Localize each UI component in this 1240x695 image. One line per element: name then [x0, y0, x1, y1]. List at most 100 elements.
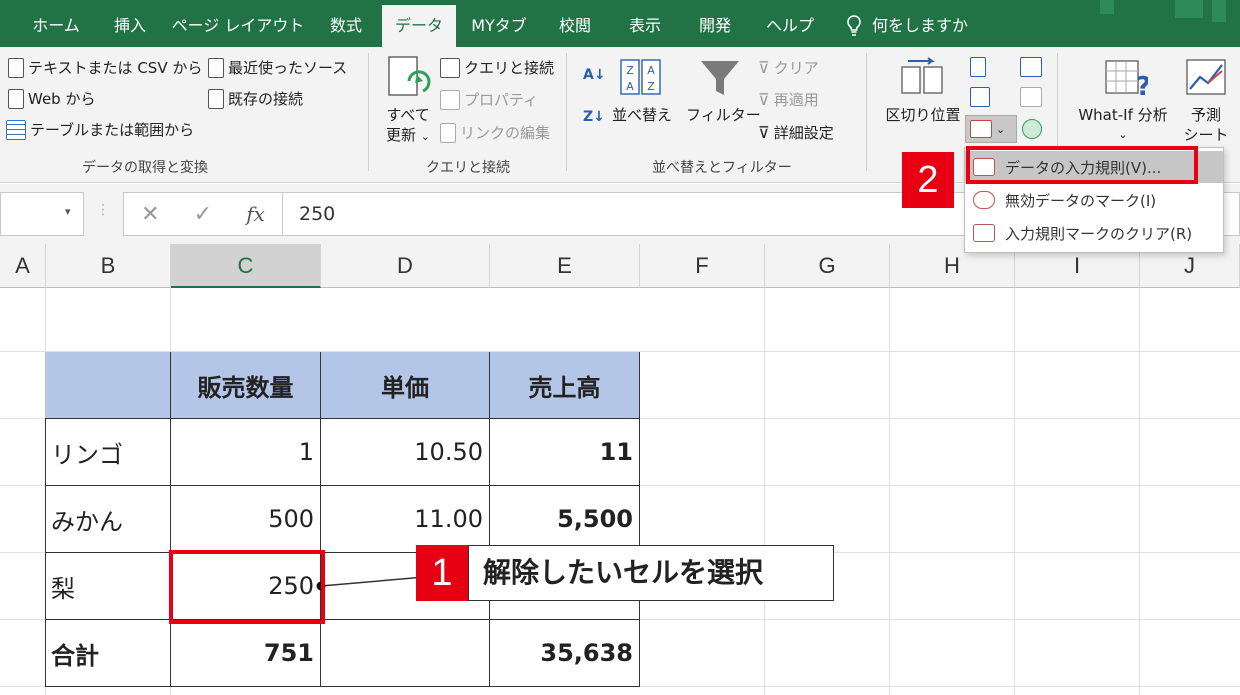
table-cell-total-sales[interactable]: 35,638	[490, 620, 640, 687]
data-validation-split-button[interactable]: ⌄	[965, 115, 1017, 143]
flash-fill-icon	[970, 57, 986, 77]
table-cell-price[interactable]: 10.50	[321, 419, 490, 486]
what-if-analysis-button[interactable]: What-If 分析 ⌄	[1070, 105, 1176, 145]
column-header-e[interactable]: E	[490, 244, 640, 288]
gridline	[889, 288, 890, 695]
tab-developer[interactable]: 開発	[684, 5, 746, 47]
group-separator	[566, 53, 567, 171]
consolidate-button[interactable]	[1020, 57, 1042, 77]
sort-ascending-icon: A↓	[583, 67, 606, 83]
column-header-c[interactable]: C	[171, 244, 321, 288]
menu-item-circle-invalid[interactable]: 無効データのマーク(I)	[965, 184, 1223, 216]
tab-data[interactable]: データ	[382, 5, 456, 47]
table-header-blank[interactable]	[45, 352, 171, 419]
group-separator	[866, 53, 867, 171]
tab-view[interactable]: 表示	[614, 5, 676, 47]
forecast-sheet-icon	[1186, 59, 1226, 95]
cancel-icon[interactable]: ✕	[141, 202, 159, 227]
refresh-all-label: 更新 ⌄	[385, 126, 430, 144]
filter-button[interactable]: フィルター	[686, 105, 761, 125]
table-cell-price[interactable]: 11.00	[321, 486, 490, 553]
tell-me-search[interactable]: 何をしますか	[846, 5, 986, 47]
recent-sources-button[interactable]: 最近使ったソース	[208, 57, 347, 78]
ribbon-tab-bar: ホーム 挿入 ページ レイアウト 数式 データ MYタブ 校閲 表示 開発 ヘル…	[0, 0, 1240, 47]
sort-button[interactable]: 並べ替え	[610, 105, 674, 125]
refresh-all-button[interactable]: すべて 更新 ⌄	[382, 105, 434, 147]
relationships-button[interactable]	[1020, 87, 1042, 107]
tab-my-tab[interactable]: MYタブ	[462, 5, 536, 47]
existing-connections-button[interactable]: 既存の接続	[208, 88, 303, 109]
table-header-qty[interactable]: 販売数量	[171, 352, 321, 419]
tab-formulas[interactable]: 数式	[316, 5, 376, 47]
table-cell-total-price[interactable]	[321, 620, 490, 687]
remove-duplicates-button[interactable]	[970, 87, 990, 107]
table-cell-qty[interactable]: 1	[171, 419, 321, 486]
clear-filter-icon: ⊽	[758, 58, 770, 77]
from-web-button[interactable]: Web から	[8, 88, 95, 109]
formula-bar-grip: ⋮	[96, 202, 110, 218]
from-table-range-button[interactable]: テーブルまたは範囲から	[6, 119, 194, 140]
column-header-d[interactable]: D	[321, 244, 490, 288]
queries-connections-button[interactable]: クエリと接続	[440, 57, 554, 78]
edit-links-icon	[440, 122, 456, 143]
gridline	[1139, 288, 1140, 695]
insert-function-icon[interactable]: fx	[246, 202, 265, 226]
group-separator	[368, 53, 369, 171]
sort-descending-icon: Z↓	[583, 109, 605, 125]
refresh-all-icon	[388, 56, 431, 96]
column-header-a[interactable]: A	[0, 244, 46, 288]
text-file-icon	[8, 57, 24, 78]
remove-duplicates-icon	[970, 87, 990, 107]
tab-home[interactable]: ホーム	[20, 5, 92, 47]
tab-review[interactable]: 校閲	[544, 5, 606, 47]
flash-fill-button[interactable]	[970, 57, 986, 77]
group-label-sort-filter: 並べ替えとフィルター	[652, 160, 792, 176]
sort-z-to-a-button[interactable]: Z↓	[583, 109, 605, 125]
properties-button[interactable]: プロパティ	[440, 89, 538, 110]
tab-help[interactable]: ヘルプ	[754, 5, 826, 47]
what-if-analysis-icon: ?	[1105, 60, 1148, 101]
gridline	[1014, 288, 1015, 695]
text-to-columns-button[interactable]: 区切り位置	[880, 105, 966, 125]
chevron-down-icon: ⌄	[1118, 128, 1128, 141]
table-header-sales[interactable]: 売上高	[490, 352, 640, 419]
forecast-sheet-button[interactable]: 予測 シート	[1180, 105, 1232, 145]
chevron-down-icon: ▾	[65, 205, 71, 218]
advanced-filter-button[interactable]: ⊽ 詳細設定	[758, 122, 834, 143]
enter-icon[interactable]: ✓	[194, 202, 212, 227]
table-cell-name[interactable]: 梨	[45, 553, 171, 620]
column-header-b[interactable]: B	[46, 244, 171, 288]
name-box[interactable]: ▾	[0, 192, 84, 236]
manage-data-model-button[interactable]	[1022, 119, 1042, 139]
svg-text:Z: Z	[626, 64, 634, 77]
table-cell-total-label[interactable]: 合計	[45, 620, 171, 687]
edit-links-button[interactable]: リンクの編集	[440, 122, 550, 143]
from-text-csv-button[interactable]: テキストまたは CSV から	[8, 57, 202, 78]
tab-insert[interactable]: 挿入	[100, 5, 160, 47]
table-cell-name[interactable]: みかん	[45, 486, 171, 553]
clear-filter-button[interactable]: ⊽ クリア	[758, 57, 819, 78]
clear-circles-icon	[973, 224, 995, 242]
properties-icon	[440, 89, 460, 110]
table-cell-sales[interactable]: 11	[490, 419, 640, 486]
menu-item-clear-circles[interactable]: 入力規則マークのクリア(R)	[965, 217, 1223, 249]
table-icon	[6, 119, 26, 140]
sort-a-to-z-button[interactable]: A↓	[583, 67, 606, 83]
svg-text:A: A	[647, 64, 655, 77]
svg-text:Z: Z	[647, 80, 655, 93]
table-cell-qty[interactable]: 500	[171, 486, 321, 553]
data-model-icon	[1022, 119, 1042, 139]
svg-text:A: A	[626, 80, 634, 93]
sort-icon: Z A A Z	[620, 59, 661, 95]
table-cell-name[interactable]: リンゴ	[45, 419, 171, 486]
column-header-g[interactable]: G	[765, 244, 890, 288]
circle-invalid-icon	[973, 191, 995, 209]
table-header-price[interactable]: 単価	[321, 352, 490, 419]
column-header-f[interactable]: F	[640, 244, 765, 288]
existing-connections-icon	[208, 88, 224, 109]
table-cell-sales[interactable]: 5,500	[490, 486, 640, 553]
reapply-button[interactable]: ⊽ 再適用	[758, 89, 819, 110]
table-cell-total-qty[interactable]: 751	[171, 620, 321, 687]
step-1-callout: 解除したいセルを選択	[468, 545, 834, 601]
tab-page-layout[interactable]: ページ レイアウト	[168, 5, 308, 47]
